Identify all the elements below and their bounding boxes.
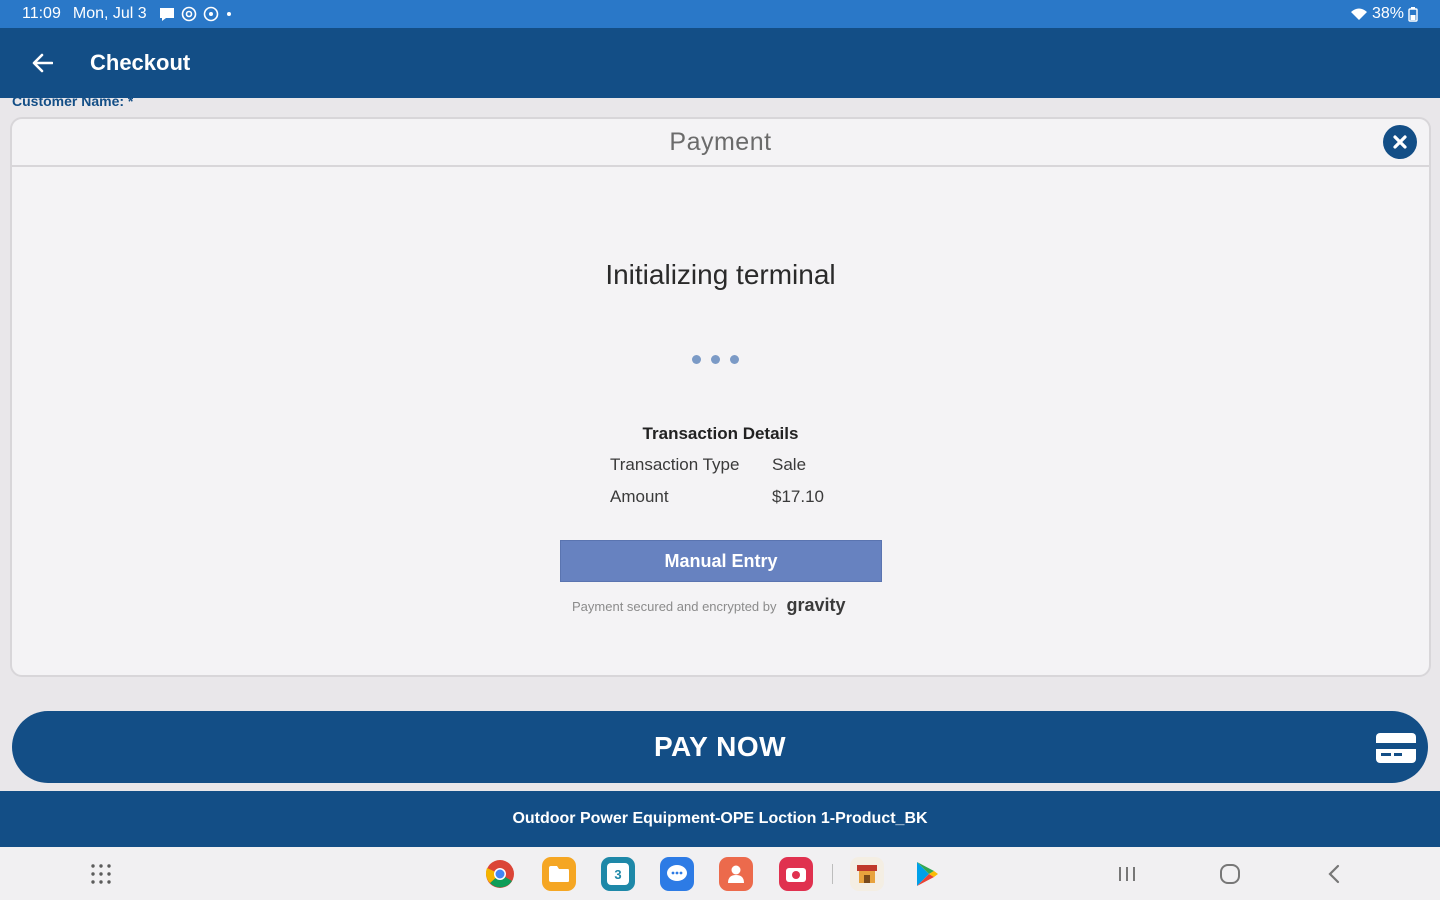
- detail-key: Transaction Type: [610, 455, 740, 474]
- battery-icon: [1408, 7, 1418, 22]
- wifi-icon: [1350, 8, 1367, 20]
- location-footer: Outdoor Power Equipment-OPE Loction 1-Pr…: [0, 791, 1440, 847]
- loading-dot: [692, 355, 701, 364]
- play-store-icon[interactable]: [910, 857, 944, 891]
- recents-button[interactable]: [1110, 857, 1144, 891]
- messages-icon[interactable]: [660, 857, 694, 891]
- app-bar: Checkout: [0, 28, 1440, 98]
- home-icon: [1220, 864, 1240, 884]
- camera-icon[interactable]: [779, 857, 813, 891]
- detail-key: Amount: [610, 487, 669, 506]
- secured-by-notice: Payment secured and encrypted by gravity: [572, 595, 846, 616]
- at-icon: [181, 6, 196, 22]
- store-icon[interactable]: [850, 857, 884, 891]
- status-time: 11:09: [22, 5, 61, 22]
- calendar-icon[interactable]: 3: [601, 857, 635, 891]
- gravity-logo: gravity: [786, 595, 846, 615]
- transaction-type-row: Transaction Type Sale: [610, 455, 806, 475]
- chrome-icon[interactable]: [483, 857, 517, 891]
- amount-row: Amount $17.10: [610, 487, 824, 507]
- loading-dot: [730, 355, 739, 364]
- status-date: Mon, Jul 3: [72, 5, 147, 22]
- loading-dot: [711, 355, 720, 364]
- grid-icon: [91, 864, 111, 884]
- terminal-status-message: Initializing terminal: [605, 259, 836, 290]
- back-button[interactable]: [22, 43, 62, 83]
- close-button[interactable]: [1383, 125, 1417, 159]
- credit-card-icon: [1376, 733, 1416, 763]
- manual-entry-button[interactable]: Manual Entry: [560, 540, 882, 582]
- detail-value: Sale: [772, 455, 807, 474]
- close-icon: [1393, 135, 1407, 149]
- recents-icon: [1119, 867, 1135, 881]
- modal-title: Payment: [669, 127, 772, 156]
- calendar-day: 3: [607, 863, 629, 885]
- location-text: Outdoor Power Equipment-OPE Loction 1-Pr…: [512, 810, 928, 827]
- dot-icon: [226, 12, 231, 16]
- notification-icons: [159, 6, 233, 22]
- status-left: 11:09 Mon, Jul 3: [22, 5, 233, 23]
- battery-percent: 38%: [1371, 5, 1404, 22]
- status-right: 38%: [1350, 5, 1418, 23]
- files-icon[interactable]: [542, 857, 576, 891]
- page-title: Checkout: [90, 50, 191, 75]
- loading-indicator: [692, 355, 739, 364]
- settings-icon: [203, 6, 218, 22]
- message-icon: [159, 8, 174, 21]
- modal-header: Payment: [12, 119, 1429, 167]
- chevron-left-icon: [1328, 864, 1340, 884]
- transaction-details-title: Transaction Details: [642, 424, 799, 443]
- app-drawer-button[interactable]: [84, 857, 118, 891]
- status-bar: 11:09 Mon, Jul 3 38%: [0, 0, 1440, 28]
- dock-separator: [832, 864, 833, 884]
- detail-value: $17.10: [772, 487, 824, 506]
- navigation-bar: 3: [0, 847, 1440, 900]
- secured-text: Payment secured and encrypted by: [572, 599, 777, 614]
- customer-name-label: Customer Name: *: [12, 95, 134, 107]
- pay-now-button[interactable]: PAY NOW: [12, 711, 1428, 783]
- home-button[interactable]: [1213, 857, 1247, 891]
- arrow-left-icon: [32, 53, 53, 73]
- system-back-button[interactable]: [1317, 857, 1351, 891]
- payment-modal: Payment Initializing terminal Transactio…: [10, 117, 1431, 677]
- contacts-icon[interactable]: [719, 857, 753, 891]
- pay-now-label: PAY NOW: [653, 731, 787, 762]
